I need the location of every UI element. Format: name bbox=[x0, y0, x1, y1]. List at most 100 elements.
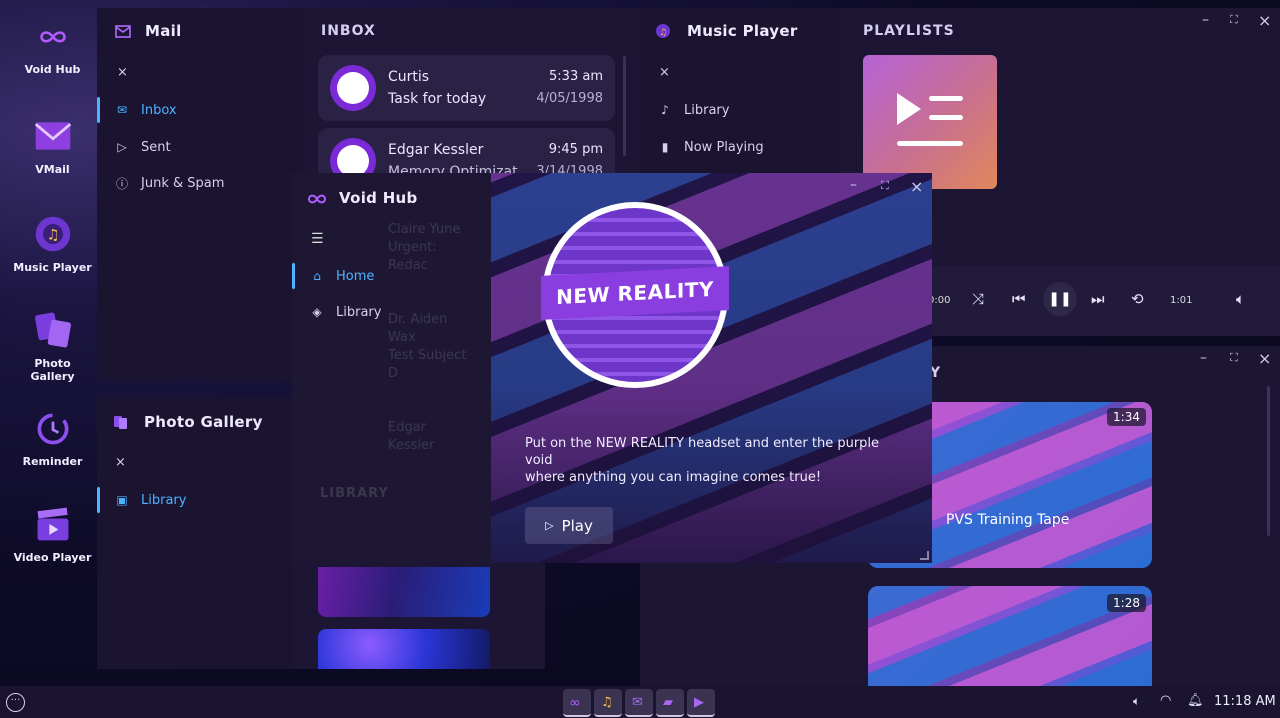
dock-label: Photo Gallery bbox=[30, 357, 75, 383]
mail-nav-junk[interactable]: ⓘ Junk & Spam bbox=[97, 168, 224, 198]
dock-item-photo-gallery[interactable]: Photo Gallery bbox=[0, 310, 105, 383]
music-note-icon: ♪ bbox=[661, 103, 669, 117]
photo-thumbnail[interactable] bbox=[318, 567, 490, 617]
total-time: 1:01 bbox=[1170, 295, 1193, 306]
dock-item-music-player[interactable]: ♫ Music Player bbox=[0, 214, 105, 274]
clock[interactable]: 11:18 AM bbox=[1214, 694, 1276, 709]
music-close-button[interactable]: × bbox=[659, 65, 670, 80]
pause-button[interactable]: ❚❚ bbox=[1043, 282, 1077, 316]
gallery-nav-library[interactable]: ▣ Library bbox=[97, 485, 186, 515]
scrollbar[interactable] bbox=[1267, 386, 1270, 536]
mail-icon: ✉ bbox=[632, 695, 643, 710]
mail-nav-inbox[interactable]: ✉ Inbox bbox=[97, 95, 177, 125]
clapperboard-icon: ▶ bbox=[694, 695, 704, 710]
taskbar-app-void-hub[interactable]: ∞ bbox=[563, 689, 591, 717]
dock-label: Void Hub bbox=[24, 63, 81, 76]
play-label: Play bbox=[561, 516, 593, 535]
playlist-tile[interactable] bbox=[863, 55, 997, 189]
repeat-icon[interactable]: ⟲ bbox=[1131, 290, 1144, 308]
photo-thumbnail[interactable] bbox=[318, 629, 490, 669]
description-line: where anything you can imagine comes tru… bbox=[525, 470, 822, 485]
mail-list-item[interactable]: Curtis Task for today 5:33 am 4/05/1998 bbox=[318, 55, 615, 121]
minimize-button[interactable]: – bbox=[1200, 350, 1207, 366]
volume-icon[interactable]: 🔈︎ bbox=[1133, 694, 1140, 709]
more-icon[interactable]: ··· bbox=[6, 693, 25, 712]
volume-icon[interactable]: 🔈︎ bbox=[1236, 290, 1245, 308]
mail-icon bbox=[115, 25, 131, 38]
resize-handle[interactable] bbox=[920, 551, 929, 560]
dock-item-reminder[interactable]: Reminder bbox=[0, 408, 105, 468]
minimize-button[interactable]: – bbox=[850, 177, 857, 193]
nav-label: Home bbox=[336, 268, 375, 284]
photos-icon: ▰ bbox=[663, 695, 673, 710]
shuffle-icon[interactable]: ⤨ bbox=[972, 290, 984, 308]
void-hub-nav-library[interactable]: ◈ Library bbox=[292, 297, 381, 327]
minimize-button[interactable]: – bbox=[1202, 12, 1209, 28]
music-title: Music Player bbox=[687, 22, 798, 40]
video-tile[interactable]: 1:28 bbox=[868, 586, 1152, 686]
mail-list-item[interactable]: Edgar Kessler Memory Optimizat 9:45 pm 3… bbox=[318, 128, 615, 174]
taskbar-app-music-player[interactable]: ♫ bbox=[594, 689, 622, 717]
dock-item-video-player[interactable]: Video Player bbox=[0, 504, 105, 564]
maximize-button[interactable]: ⛶ bbox=[881, 179, 889, 193]
avatar bbox=[330, 138, 376, 174]
faded-text: Edgar Kessler bbox=[388, 420, 435, 453]
dock-label: Video Player bbox=[13, 551, 92, 564]
dock-label: VMail bbox=[35, 163, 70, 176]
mail-subject: Task for today bbox=[388, 91, 487, 107]
send-icon: ▷ bbox=[117, 140, 127, 154]
nav-label: Library bbox=[336, 304, 382, 320]
mail-nav-sent[interactable]: ▷ Sent bbox=[97, 132, 170, 162]
play-button[interactable]: ▷ Play bbox=[525, 507, 613, 544]
music-nav-now-playing[interactable]: ▮ Now Playing bbox=[640, 132, 764, 162]
taskbar-app-vmail[interactable]: ✉ bbox=[625, 689, 653, 717]
faded-text: Test Subject D bbox=[388, 348, 467, 381]
mail-close-button[interactable]: × bbox=[117, 65, 128, 80]
close-button[interactable]: × bbox=[1258, 11, 1271, 30]
mail-title: Mail bbox=[145, 22, 182, 40]
infinity-icon: ∞ bbox=[569, 695, 581, 711]
taskbar-app-video-player[interactable]: ▶ bbox=[687, 689, 715, 717]
close-button[interactable]: × bbox=[1258, 349, 1271, 368]
gallery-close-button[interactable]: × bbox=[115, 455, 126, 470]
void-hub-window: Claire Yune Urgent: Redac Dr. Aiden Wax … bbox=[292, 173, 932, 563]
nav-label: Library bbox=[684, 102, 730, 118]
image-icon: ▣ bbox=[116, 493, 128, 507]
playlist-icon bbox=[897, 93, 963, 146]
inbox-header: INBOX bbox=[321, 23, 376, 39]
previous-track-icon[interactable]: ⏮ bbox=[1012, 290, 1026, 308]
video-duration: 1:28 bbox=[1107, 594, 1146, 612]
void-hub-nav-home[interactable]: ⌂ Home bbox=[292, 261, 374, 291]
hamburger-menu-icon[interactable]: ☰ bbox=[311, 231, 324, 247]
scrollbar[interactable] bbox=[623, 56, 626, 156]
taskbar-app-photo-gallery[interactable]: ▰ bbox=[656, 689, 684, 717]
avatar bbox=[330, 65, 376, 111]
next-track-icon[interactable]: ⏭ bbox=[1091, 290, 1105, 308]
dock-item-vmail[interactable]: VMail bbox=[0, 116, 105, 176]
close-button[interactable]: × bbox=[910, 177, 923, 196]
clapperboard-icon bbox=[37, 507, 68, 541]
hero-description: Put on the NEW REALITY headset and enter… bbox=[525, 435, 905, 486]
gallery-sidebar bbox=[97, 397, 293, 669]
dock-item-void-hub[interactable]: Void Hub bbox=[0, 28, 105, 76]
faded-text: Urgent: Redac bbox=[388, 240, 437, 273]
music-nav-library[interactable]: ♪ Library bbox=[640, 95, 729, 125]
notification-bell-icon[interactable]: 🔔︎ bbox=[1187, 693, 1204, 708]
nav-label: Now Playing bbox=[684, 139, 764, 155]
faded-text: Dr. Aiden Wax bbox=[388, 312, 448, 345]
alert-icon: ⓘ bbox=[115, 176, 128, 191]
dock-label: Reminder bbox=[22, 455, 83, 468]
faded-text: LIBRARY bbox=[320, 486, 389, 501]
mail-sender: Edgar Kessler bbox=[388, 142, 484, 158]
nav-label: Library bbox=[141, 492, 187, 508]
play-icon: ▷ bbox=[545, 519, 554, 532]
mail-icon bbox=[34, 122, 71, 150]
maximize-button[interactable]: ⛶ bbox=[1230, 351, 1238, 365]
wifi-icon[interactable]: ◠ bbox=[1160, 693, 1171, 708]
gallery-title: Photo Gallery bbox=[144, 413, 263, 431]
maximize-button[interactable]: ⛶ bbox=[1230, 13, 1238, 27]
mail-time: 9:45 pm bbox=[548, 142, 603, 157]
void-hub-title: Void Hub bbox=[339, 189, 418, 207]
svg-text:♫: ♫ bbox=[46, 227, 59, 243]
mail-time: 5:33 am bbox=[549, 69, 603, 84]
